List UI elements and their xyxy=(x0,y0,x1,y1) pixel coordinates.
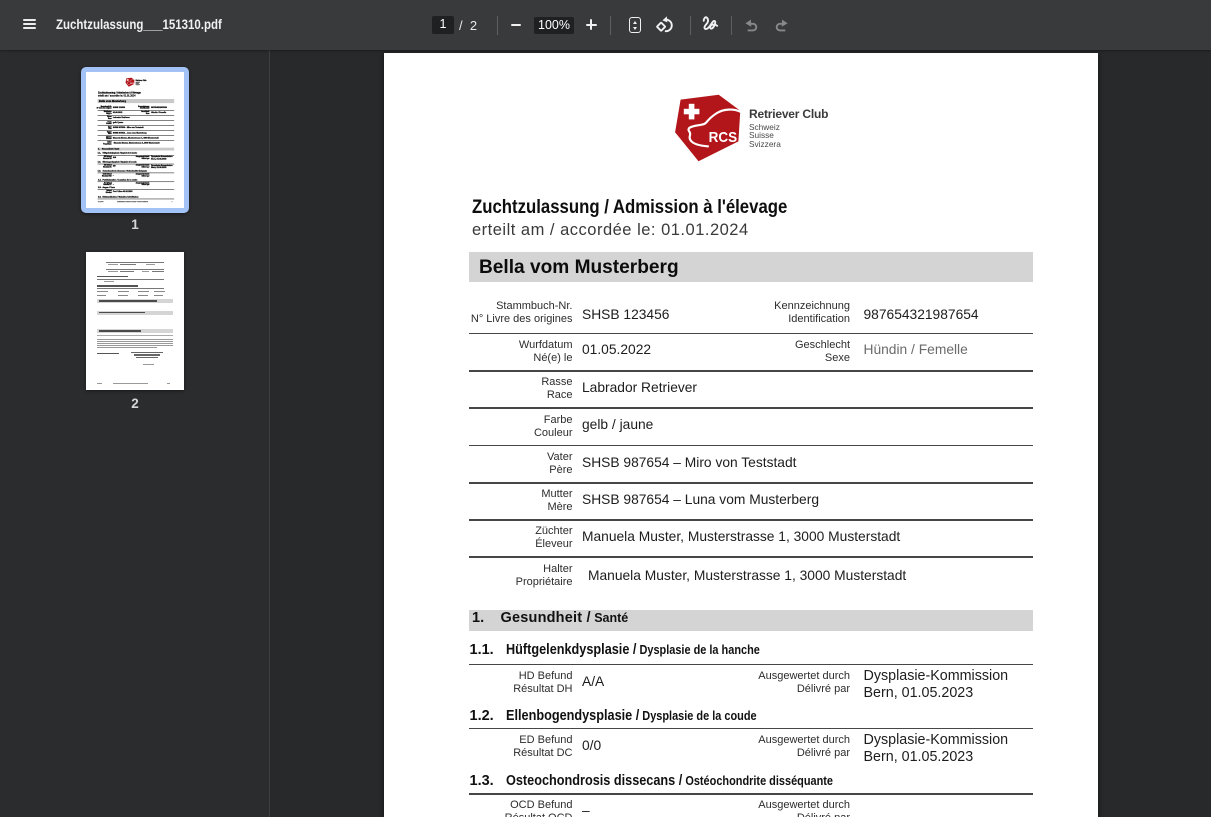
svg-text:RCS: RCS xyxy=(709,129,738,146)
svg-text:RCS: RCS xyxy=(130,83,134,85)
